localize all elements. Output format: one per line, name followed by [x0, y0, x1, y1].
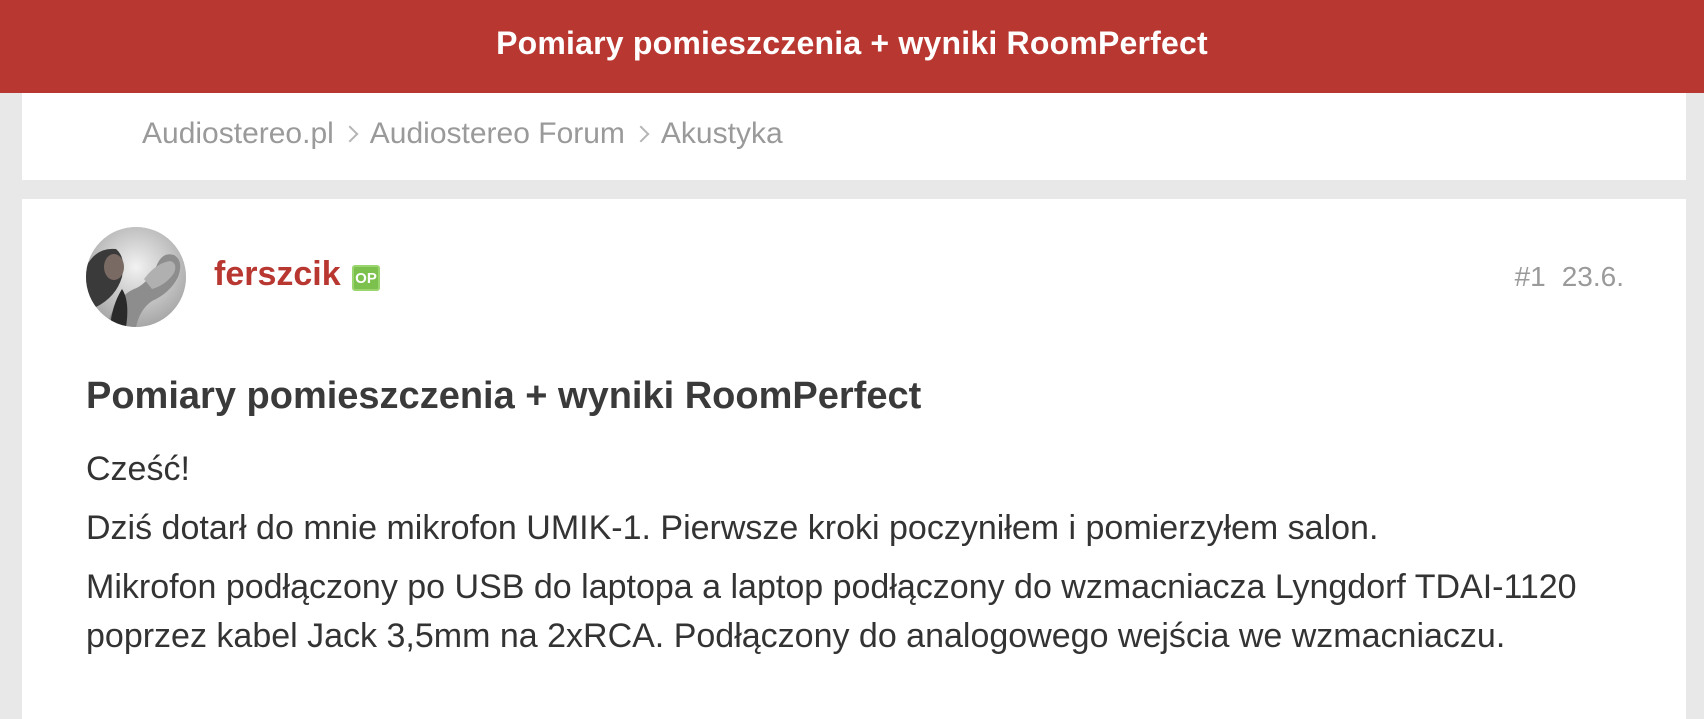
op-badge: OP: [352, 265, 380, 291]
post-paragraph: Dziś dotarł do mnie mikrofon UMIK-1. Pie…: [86, 509, 1379, 547]
breadcrumb-item-category[interactable]: Akustyka: [661, 117, 783, 151]
chevron-right-icon: [341, 125, 359, 142]
post-title: Pomiary pomieszczenia + wyniki RoomPerfe…: [86, 375, 922, 417]
breadcrumb-item-forum[interactable]: Audiostereo Forum: [370, 117, 625, 151]
breadcrumb: Audiostereo.pl Audiostereo Forum Akustyk…: [142, 117, 783, 151]
page-title: Pomiary pomieszczenia + wyniki RoomPerfe…: [496, 25, 1208, 61]
post-meta: #1 23.6.: [1515, 261, 1624, 293]
avatar-image: [86, 227, 186, 327]
breadcrumb-item-home[interactable]: Audiostereo.pl: [142, 117, 334, 151]
top-bar: Pomiary pomieszczenia + wyniki RoomPerfe…: [0, 0, 1704, 93]
post-paragraph: Mikrofon podłączony po USB do laptopa a …: [86, 568, 1577, 655]
avatar[interactable]: [86, 227, 186, 327]
breadcrumb-card: Audiostereo.pl Audiostereo Forum Akustyk…: [22, 93, 1686, 180]
post-number[interactable]: #1: [1515, 261, 1546, 293]
author-name[interactable]: ferszcik: [214, 255, 341, 294]
post-card: ferszcik OP #1 23.6. Pomiary pomieszczen…: [22, 199, 1686, 719]
post-date: 23.6.: [1561, 261, 1624, 292]
post-paragraph: Cześć!: [86, 450, 190, 488]
post-body: Cześć! Dziś dotarł do mnie mikrofon UMIK…: [86, 445, 1646, 671]
chevron-right-icon: [632, 125, 650, 142]
